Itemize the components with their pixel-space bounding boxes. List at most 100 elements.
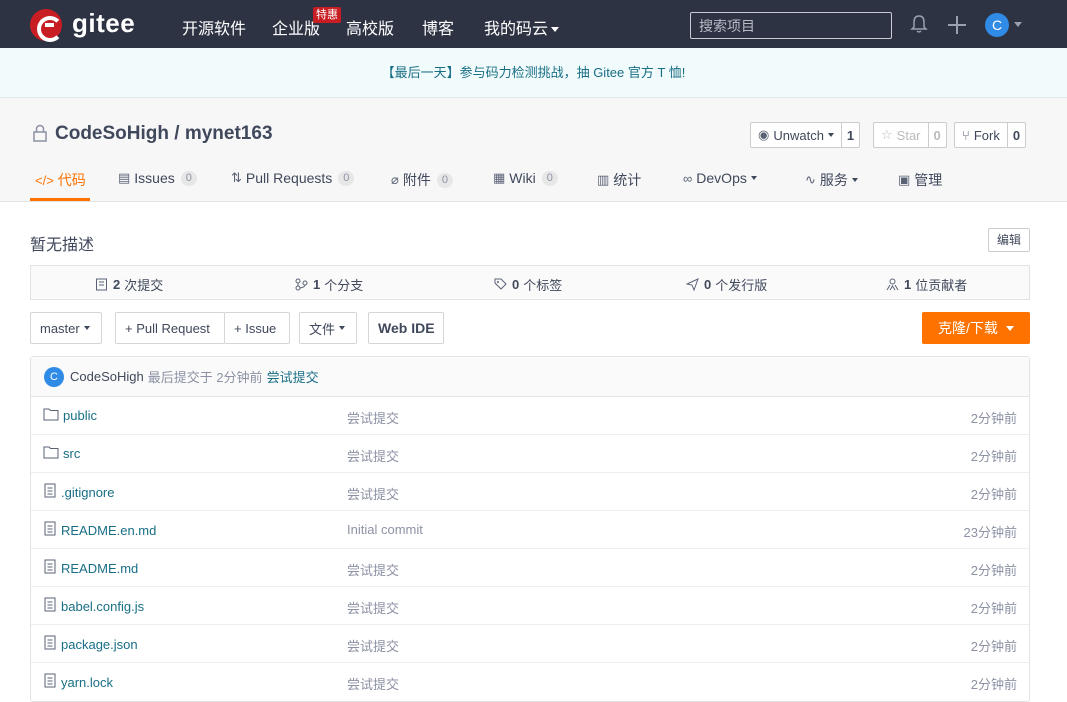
watch-count[interactable]: 1	[842, 123, 859, 147]
bell-icon[interactable]	[910, 14, 928, 34]
promo-banner[interactable]: 【最后一天】参与码力检测挑战，抽 Gitee 官方 T 恤!	[0, 48, 1067, 98]
table-row[interactable]: public 尝试提交 2分钟前	[31, 397, 1029, 435]
branch-select[interactable]: master	[30, 312, 102, 344]
file-name-link[interactable]: .gitignore	[43, 483, 114, 501]
clone-download-button[interactable]: 克隆/下载	[922, 312, 1030, 344]
file-name-link[interactable]: yarn.lock	[43, 673, 113, 691]
star-main[interactable]: ☆ Star	[874, 123, 929, 147]
table-row[interactable]: yarn.lock 尝试提交 2分钟前	[31, 663, 1029, 701]
file-name-label: README.en.md	[61, 522, 157, 538]
fork-main[interactable]: ⑂ Fork	[955, 123, 1008, 147]
service-icon: ∿	[805, 172, 816, 187]
file-commit-message[interactable]: 尝试提交	[347, 560, 399, 579]
tab-attachments-label: 附件	[402, 172, 431, 188]
file-commit-time: 2分钟前	[970, 411, 1017, 426]
table-row[interactable]: babel.config.js 尝试提交 2分钟前	[31, 587, 1029, 625]
tag-icon	[494, 278, 507, 291]
table-row[interactable]: README.en.md Initial commit 23分钟前	[31, 511, 1029, 549]
tab-wiki[interactable]: ▦ Wiki 0	[493, 170, 558, 186]
watch-button[interactable]: ◉ Unwatch 1	[750, 122, 861, 148]
active-tab-indicator	[30, 198, 90, 201]
file-name-label: .gitignore	[61, 484, 115, 500]
chevron-down-icon	[827, 133, 834, 137]
nav-blog[interactable]: 博客	[422, 15, 454, 39]
table-row[interactable]: .gitignore 尝试提交 2分钟前	[31, 473, 1029, 511]
file-icon	[43, 521, 57, 539]
file-name-link[interactable]: public	[43, 407, 97, 424]
file-commit-time: 23分钟前	[963, 525, 1017, 540]
nav-education[interactable]: 高校版	[346, 15, 394, 39]
search-input[interactable]	[690, 12, 892, 39]
file-menu-label: 文件	[309, 321, 336, 337]
file-commit-time: 2分钟前	[970, 563, 1017, 578]
tab-devops[interactable]: ∞ DevOps	[683, 170, 757, 186]
stat-contributors[interactable]: 1 位贡献者	[886, 275, 967, 294]
tab-attachments[interactable]: ⌀ 附件 0	[391, 170, 453, 190]
tab-code[interactable]: </> 代码	[35, 170, 86, 190]
commit-message-link[interactable]: 尝试提交	[267, 367, 319, 386]
repo-owner-link[interactable]: CodeSoHigh	[55, 123, 169, 144]
tab-pull-requests[interactable]: ⇅ Pull Requests 0	[231, 170, 355, 186]
commit-author[interactable]: CodeSoHigh	[70, 369, 144, 384]
table-row[interactable]: README.md 尝试提交 2分钟前	[31, 549, 1029, 587]
nav-my-gitee[interactable]: 我的码云	[484, 15, 560, 39]
chevron-down-icon	[551, 27, 560, 33]
fork-count[interactable]: 0	[1008, 123, 1025, 147]
file-name-link[interactable]: README.md	[43, 559, 138, 577]
star-count[interactable]: 0	[929, 123, 946, 147]
file-commit-message[interactable]: 尝试提交	[347, 598, 399, 617]
edit-description-button[interactable]: 编辑	[988, 228, 1030, 252]
table-row[interactable]: src 尝试提交 2分钟前	[31, 435, 1029, 473]
file-name-link[interactable]: package.json	[43, 635, 138, 653]
file-name-link[interactable]: README.en.md	[43, 521, 156, 539]
tab-manage[interactable]: ▣ 管理	[898, 170, 942, 190]
repo-name-link[interactable]: mynet163	[185, 123, 273, 144]
file-menu-button[interactable]: 文件	[299, 312, 357, 344]
promo-text[interactable]: 【最后一天】参与码力检测挑战，抽 Gitee 官方 T 恤!	[382, 65, 686, 80]
web-ide-button[interactable]: Web IDE	[368, 312, 444, 344]
stat-branches-num: 1	[313, 277, 321, 292]
file-commit-message[interactable]: Initial commit	[347, 522, 423, 537]
chevron-down-icon[interactable]	[1014, 22, 1022, 27]
stat-tags-label: 个标签	[523, 278, 563, 293]
stat-tags[interactable]: 0 个标签	[494, 275, 562, 294]
folder-icon	[43, 407, 59, 424]
chevron-down-icon	[339, 326, 346, 330]
tab-stats[interactable]: ▥ 统计	[597, 170, 641, 190]
file-commit-time: 2分钟前	[970, 601, 1017, 616]
tab-issues-count: 0	[180, 170, 197, 186]
new-pull-request-button[interactable]: + Pull Request	[115, 312, 225, 344]
logo-text[interactable]: gitee	[72, 8, 135, 39]
file-name-link[interactable]: src	[43, 445, 80, 462]
file-table: C CodeSoHigh 最后提交于 2分钟前 尝试提交 public 尝试提交 2…	[30, 356, 1030, 702]
nav-open-source[interactable]: 开源软件	[182, 15, 246, 39]
file-commit-message[interactable]: 尝试提交	[347, 446, 399, 465]
file-icon	[43, 635, 57, 653]
gitee-logo-icon[interactable]	[30, 9, 63, 42]
new-issue-button[interactable]: + Issue	[224, 312, 290, 344]
file-commit-message[interactable]: 尝试提交	[347, 674, 399, 693]
file-commit-message[interactable]: 尝试提交	[347, 636, 399, 655]
file-name-link[interactable]: babel.config.js	[43, 597, 144, 615]
file-commit-message[interactable]: 尝试提交	[347, 408, 399, 427]
commit-meta: 最后提交于 2分钟前	[147, 370, 263, 385]
code-icon: </>	[35, 172, 54, 188]
user-avatar[interactable]: C	[985, 13, 1009, 37]
stat-commits[interactable]: 2 次提交	[95, 275, 163, 294]
table-row[interactable]: package.json 尝试提交 2分钟前	[31, 625, 1029, 663]
stats-icon: ▥	[597, 172, 610, 187]
tab-wiki-label: Wiki	[509, 170, 536, 186]
avatar[interactable]: C	[44, 366, 64, 387]
stat-branches[interactable]: 1 个分支	[295, 275, 363, 294]
fork-icon: ⑂	[962, 127, 970, 143]
plus-icon[interactable]	[948, 16, 966, 34]
star-button[interactable]: ☆ Star 0	[873, 122, 947, 148]
watch-main[interactable]: ◉ Unwatch	[751, 123, 842, 147]
branch-icon	[295, 278, 308, 291]
tab-service[interactable]: ∿ 服务	[805, 170, 858, 190]
file-commit-message[interactable]: 尝试提交	[347, 484, 399, 503]
tab-issues[interactable]: ▤ Issues 0	[118, 170, 197, 186]
fork-button[interactable]: ⑂ Fork 0	[954, 122, 1027, 148]
release-icon	[685, 278, 699, 292]
stat-releases[interactable]: 0 个发行版	[685, 275, 767, 294]
